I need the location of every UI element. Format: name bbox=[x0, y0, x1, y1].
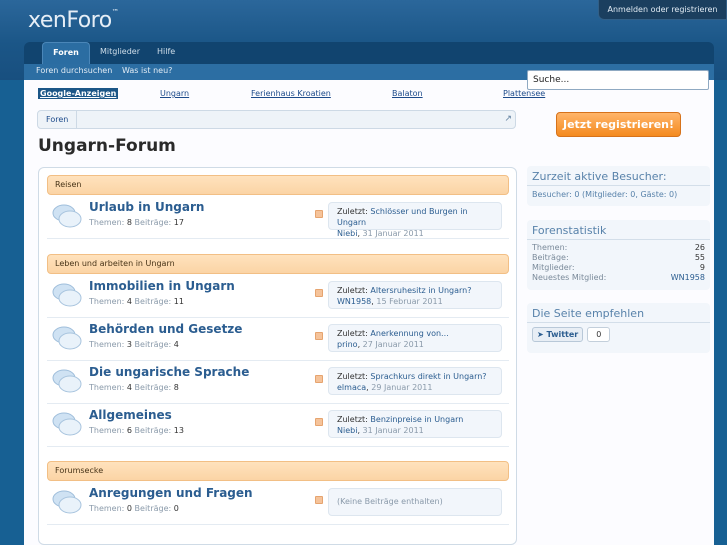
forum-title[interactable]: Urlaub in Ungarn bbox=[89, 200, 204, 214]
forum-title[interactable]: Immobilien in Ungarn bbox=[89, 279, 235, 293]
logo-text: xenForo bbox=[28, 8, 112, 33]
login-box: Anmelden oder registrieren bbox=[598, 0, 727, 20]
last-post-user[interactable]: WN1958 bbox=[337, 297, 371, 306]
last-post: Zuletzt: Sprachkurs direkt in Ungarn? el… bbox=[328, 367, 502, 395]
ad-label[interactable]: Google-Anzeigen bbox=[38, 88, 119, 99]
register-button[interactable]: Jetzt registrieren! bbox=[556, 112, 681, 137]
rss-icon[interactable] bbox=[315, 332, 323, 340]
category-header[interactable]: Reisen bbox=[47, 175, 509, 195]
last-post: Zuletzt: Anerkennung von... prino, 27 Ja… bbox=[328, 324, 502, 352]
twitter-button[interactable]: ➤ Twitter bbox=[532, 327, 584, 342]
forum-bubble-icon bbox=[52, 204, 82, 228]
forum-node: Die ungarische Sprache Themen: 4 Beiträg… bbox=[47, 362, 509, 404]
tab-members[interactable]: Mitglieder bbox=[100, 42, 140, 64]
forum-node: Allgemeines Themen: 6 Beiträge: 13 Zulet… bbox=[47, 405, 509, 447]
forum-node: Anregungen und Fragen Themen: 0 Beiträge… bbox=[47, 483, 509, 525]
forum-node: Urlaub in Ungarn Themen: 8 Beiträge: 17 … bbox=[47, 197, 509, 239]
forum-stats: Themen: 3 Beiträge: 4 bbox=[89, 340, 179, 349]
stats-title: Forenstatistik bbox=[527, 220, 710, 240]
rss-icon[interactable] bbox=[315, 418, 323, 426]
search-input[interactable] bbox=[527, 70, 709, 90]
tab-help[interactable]: Hilfe bbox=[157, 42, 175, 64]
forum-bubble-icon bbox=[52, 369, 82, 393]
forum-stats: Themen: 6 Beiträge: 13 bbox=[89, 426, 184, 435]
last-post: Zuletzt: Schlösser und Burgen in Ungarn … bbox=[328, 202, 502, 238]
last-post: Zuletzt: Benzinpreise in Ungarn Niebi, 3… bbox=[328, 410, 502, 438]
stats-panel: Forenstatistik Themen: 26 Beiträge: 55 Mit… bbox=[527, 220, 710, 290]
forum-bubble-icon bbox=[52, 490, 82, 514]
rss-icon[interactable] bbox=[315, 289, 323, 297]
forum-title[interactable]: Allgemeines bbox=[89, 408, 172, 422]
forum-title[interactable]: Die ungarische Sprache bbox=[89, 365, 249, 379]
stat-row-members: Mitglieder: 9 bbox=[532, 263, 705, 272]
twitter-bird-icon: ➤ bbox=[537, 330, 544, 339]
last-post-title[interactable]: Altersruhesitz in Ungarn? bbox=[370, 286, 471, 295]
forum-stats: Themen: 4 Beiträge: 8 bbox=[89, 383, 179, 392]
ad-link-balaton[interactable]: Balaton bbox=[392, 89, 423, 98]
forum-bubble-icon bbox=[52, 412, 82, 436]
forum-bubble-icon bbox=[52, 326, 82, 350]
whats-new-link[interactable]: Was ist neu? bbox=[122, 64, 172, 78]
last-post-title[interactable]: Anerkennung von... bbox=[370, 329, 448, 338]
forum-title[interactable]: Behörden und Gesetze bbox=[89, 322, 242, 336]
visitors-title: Zurzeit aktive Besucher: bbox=[527, 166, 710, 186]
rss-icon[interactable] bbox=[315, 375, 323, 383]
nav-tabs: Foren Mitglieder Hilfe bbox=[24, 42, 714, 64]
last-post-user[interactable]: elmaca bbox=[337, 383, 366, 392]
ad-bar: Google-Anzeigen Ungarn Ferienhaus Kroati… bbox=[38, 88, 558, 102]
last-post: Zuletzt: Altersruhesitz in Ungarn? WN195… bbox=[328, 281, 502, 309]
last-post-title[interactable]: Benzinpreise in Ungarn bbox=[370, 415, 463, 424]
forum-stats: Themen: 0 Beiträge: 0 bbox=[89, 504, 179, 513]
stat-row-posts: Beiträge: 55 bbox=[532, 253, 705, 262]
forum-title[interactable]: Anregungen und Fragen bbox=[89, 486, 253, 500]
search-forums-link[interactable]: Foren durchsuchen bbox=[36, 64, 112, 78]
twitter-count: 0 bbox=[587, 327, 611, 342]
visitors-panel: Zurzeit aktive Besucher: Besucher: 0 (Mi… bbox=[527, 166, 710, 206]
ad-link-ungarn[interactable]: Ungarn bbox=[160, 89, 189, 98]
jump-arrow-icon[interactable]: ↗ bbox=[504, 114, 512, 124]
share-title: Die Seite empfehlen bbox=[527, 303, 710, 323]
breadcrumb-item-forums[interactable]: Foren bbox=[38, 111, 78, 128]
site-header: xenForo™ Anmelden oder registrieren Fore… bbox=[0, 0, 727, 80]
site-logo[interactable]: xenForo™ bbox=[28, 8, 119, 33]
last-post-title[interactable]: Sprachkurs direkt in Ungarn? bbox=[370, 372, 486, 381]
stat-row-newest: Neuestes Mitglied: WN1958 bbox=[532, 273, 705, 283]
newest-member-link[interactable]: WN1958 bbox=[671, 273, 705, 283]
page-title: Ungarn-Forum bbox=[38, 136, 176, 156]
forum-bubble-icon bbox=[52, 283, 82, 307]
stat-row-themes: Themen: 26 bbox=[532, 243, 705, 252]
logo-trademark: ™ bbox=[111, 8, 119, 16]
last-post-user[interactable]: Niebi bbox=[337, 229, 357, 238]
breadcrumb: Foren ↗ bbox=[37, 110, 516, 129]
rss-icon[interactable] bbox=[315, 496, 323, 504]
rss-icon[interactable] bbox=[315, 210, 323, 218]
forum-stats: Themen: 4 Beiträge: 11 bbox=[89, 297, 184, 306]
category-header[interactable]: Leben und arbeiten in Ungarn bbox=[47, 254, 509, 274]
forum-node: Immobilien in Ungarn Themen: 4 Beiträge:… bbox=[47, 276, 509, 318]
last-post-empty: (Keine Beiträge enthalten) bbox=[328, 488, 502, 516]
share-panel: Die Seite empfehlen ➤ Twitter 0 bbox=[527, 303, 710, 353]
forum-node: Behörden und Gesetze Themen: 3 Beiträge:… bbox=[47, 319, 509, 361]
forum-list: Reisen Urlaub in Ungarn Themen: 8 Beiträ… bbox=[38, 167, 517, 545]
ad-link-plattensee[interactable]: Plattensee bbox=[503, 89, 545, 98]
forum-stats: Themen: 8 Beiträge: 17 bbox=[89, 218, 184, 227]
last-post-user[interactable]: prino bbox=[337, 340, 358, 349]
tab-forums[interactable]: Foren bbox=[42, 42, 90, 64]
category-header[interactable]: Forumsecke bbox=[47, 461, 509, 481]
login-register-link[interactable]: Anmelden oder registrieren bbox=[599, 0, 726, 19]
last-post-user[interactable]: Niebi bbox=[337, 426, 357, 435]
ad-link-ferienhaus[interactable]: Ferienhaus Kroatien bbox=[251, 89, 331, 98]
visitors-line: Besucher: 0 (Mitglieder: 0, Gäste: 0) bbox=[532, 190, 678, 199]
